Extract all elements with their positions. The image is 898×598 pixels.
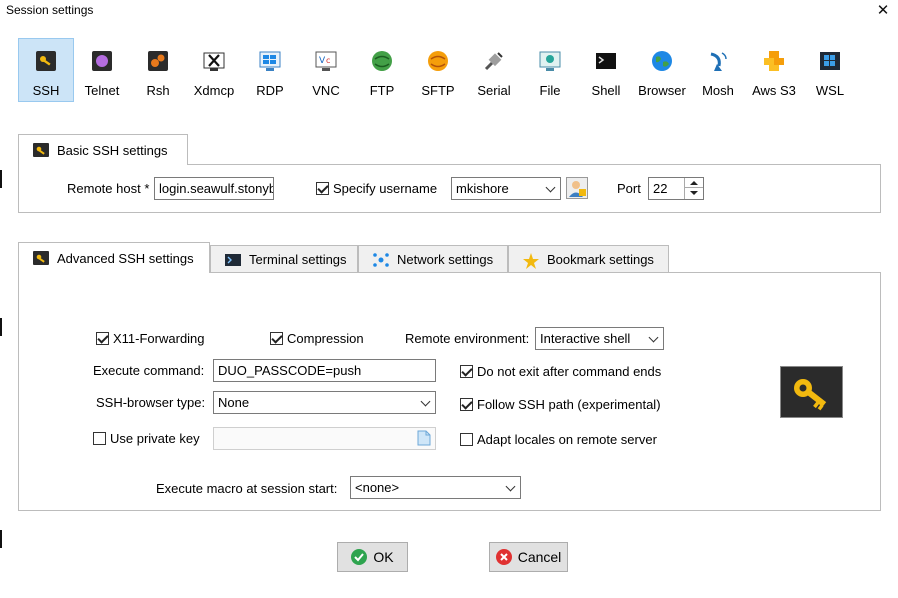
shell-icon	[595, 50, 617, 72]
ssh-key-large-icon	[780, 366, 843, 418]
cancel-x-icon	[495, 549, 512, 565]
browser-globe-icon	[651, 50, 673, 72]
protocol-vnc[interactable]: Vc VNC	[298, 38, 354, 102]
left-edge-marker	[0, 170, 2, 188]
terminal-icon	[225, 253, 241, 267]
checkmark-icon	[351, 549, 368, 565]
left-edge-marker	[0, 318, 2, 336]
remote-environment-label: Remote environment:	[405, 331, 530, 346]
x11-forwarding-checkbox[interactable]: X11-Forwarding	[96, 331, 205, 346]
svg-text:V: V	[319, 56, 326, 66]
tab-advanced-ssh-settings[interactable]: Advanced SSH settings	[18, 242, 210, 273]
file-browse-icon[interactable]	[417, 430, 431, 446]
execute-command-input[interactable]: DUO_PASSCODE=push	[213, 359, 436, 382]
checkbox-box	[460, 365, 473, 378]
remote-environment-select[interactable]: Interactive shell	[535, 327, 664, 350]
compression-checkbox[interactable]: Compression	[270, 331, 364, 346]
tab-terminal-settings[interactable]: Terminal settings	[210, 245, 358, 273]
tab-basic-ssh-settings[interactable]: Basic SSH settings	[18, 134, 188, 165]
chevron-down-icon	[420, 396, 431, 407]
vnc-icon: Vc	[315, 50, 337, 72]
protocol-telnet[interactable]: Telnet	[74, 38, 130, 102]
execute-macro-label: Execute macro at session start:	[156, 481, 338, 496]
rdp-icon	[259, 50, 281, 72]
telnet-icon	[91, 50, 113, 72]
remote-host-label: Remote host *	[67, 181, 150, 196]
close-icon[interactable]: ✕	[874, 1, 892, 21]
specify-username-checkbox[interactable]: Specify username	[316, 181, 437, 196]
port-spinner[interactable]	[684, 178, 703, 199]
protocol-aws-s3[interactable]: Aws S3	[746, 38, 802, 102]
ssh-browser-type-label: SSH-browser type:	[96, 395, 206, 410]
username-select[interactable]: mkishore	[451, 177, 561, 200]
protocol-wsl[interactable]: WSL	[802, 38, 858, 102]
checkbox-box	[316, 182, 329, 195]
execute-macro-select[interactable]: <none>	[350, 476, 521, 499]
cancel-button[interactable]: Cancel	[489, 542, 568, 572]
adapt-locales-checkbox[interactable]: Adapt locales on remote server	[460, 432, 657, 447]
sftp-icon	[427, 50, 449, 72]
protocol-toolbar: SSH Telnet Rsh Xdmcp RDP Vc VNC FTP SFTP…	[18, 38, 858, 102]
user-icon	[569, 181, 586, 197]
wrench-key-icon	[33, 143, 49, 157]
port-label: Port	[617, 181, 641, 196]
user-manager-button[interactable]	[566, 177, 588, 199]
file-icon	[539, 50, 561, 72]
do-not-exit-checkbox[interactable]: Do not exit after command ends	[460, 364, 661, 379]
checkbox-box	[460, 433, 473, 446]
protocol-xdmcp[interactable]: Xdmcp	[186, 38, 242, 102]
mosh-antenna-icon	[707, 50, 729, 72]
ssh-key-icon	[35, 50, 57, 72]
ftp-icon	[371, 50, 393, 72]
left-edge-marker	[0, 530, 2, 548]
checkbox-box	[93, 432, 106, 445]
protocol-ssh[interactable]: SSH	[18, 38, 74, 102]
protocol-browser[interactable]: Browser	[634, 38, 690, 102]
star-icon	[523, 252, 539, 269]
wsl-windows-icon	[819, 50, 841, 72]
tab-network-settings[interactable]: Network settings	[358, 245, 508, 273]
spin-down-icon[interactable]	[685, 188, 703, 198]
protocol-serial[interactable]: Serial	[466, 38, 522, 102]
checkbox-box	[96, 332, 109, 345]
checkbox-box	[460, 398, 473, 411]
protocol-ftp[interactable]: FTP	[354, 38, 410, 102]
chevron-down-icon	[648, 332, 659, 343]
network-icon	[373, 252, 389, 267]
checkbox-box	[270, 332, 283, 345]
ssh-browser-type-select[interactable]: None	[213, 391, 436, 414]
tab-bookmark-settings[interactable]: Bookmark settings	[508, 245, 669, 273]
protocol-mosh[interactable]: Mosh	[690, 38, 746, 102]
wrench-key-icon	[33, 251, 49, 265]
spin-up-icon[interactable]	[685, 178, 703, 188]
protocol-rsh[interactable]: Rsh	[130, 38, 186, 102]
protocol-shell[interactable]: Shell	[578, 38, 634, 102]
rsh-icon	[147, 50, 169, 72]
serial-icon	[483, 50, 505, 72]
protocol-rdp[interactable]: RDP	[242, 38, 298, 102]
aws-s3-icon	[763, 50, 785, 72]
use-private-key-checkbox[interactable]: Use private key	[93, 431, 200, 446]
private-key-path-input[interactable]	[213, 427, 436, 450]
execute-command-label: Execute command:	[93, 363, 205, 378]
window-title: Session settings	[6, 3, 94, 17]
svg-text:c: c	[326, 56, 330, 65]
remote-host-input[interactable]: login.seawulf.stonyb	[154, 177, 274, 200]
ok-button[interactable]: OK	[337, 542, 408, 572]
xdmcp-icon	[203, 50, 225, 72]
chevron-down-icon	[505, 481, 516, 492]
protocol-file[interactable]: File	[522, 38, 578, 102]
chevron-down-icon	[545, 182, 556, 193]
protocol-sftp[interactable]: SFTP	[410, 38, 466, 102]
follow-ssh-path-checkbox[interactable]: Follow SSH path (experimental)	[460, 397, 661, 412]
